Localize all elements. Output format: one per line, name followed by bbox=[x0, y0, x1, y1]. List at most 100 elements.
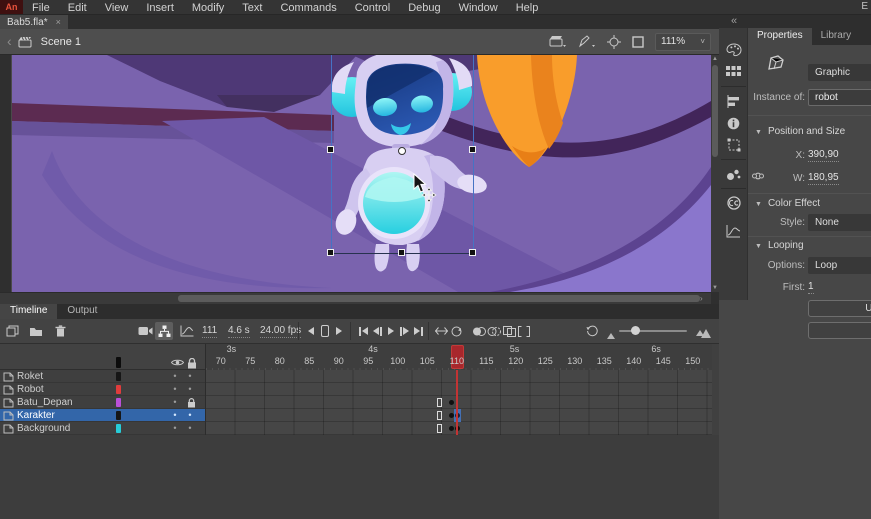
frame-span-end-marker[interactable] bbox=[437, 424, 442, 433]
scene-breadcrumb[interactable]: Scene 1 bbox=[41, 36, 81, 48]
layer-outline-color[interactable] bbox=[116, 385, 121, 394]
new-layer-icon[interactable] bbox=[3, 322, 21, 340]
selection-handle-bottom-left[interactable] bbox=[327, 249, 334, 256]
menu-window[interactable]: Window bbox=[450, 0, 507, 14]
camera-icon[interactable] bbox=[136, 322, 154, 340]
stage-zoom-select[interactable]: 111% ˅ bbox=[655, 33, 711, 51]
keyframe-marker[interactable] bbox=[449, 400, 454, 405]
frame-ruler[interactable]: 3s4s5s6s 7075808590951001051101151201251… bbox=[205, 344, 712, 370]
reset-timeline-zoom-icon[interactable] bbox=[583, 322, 601, 340]
layer-lock-toggle[interactable]: • bbox=[183, 422, 197, 435]
menu-edit[interactable]: Edit bbox=[59, 0, 96, 14]
slider-knob[interactable] bbox=[631, 326, 640, 335]
menu-control[interactable]: Control bbox=[346, 0, 399, 14]
close-icon[interactable]: × bbox=[56, 17, 61, 27]
x-value[interactable]: 390,90 bbox=[808, 149, 839, 162]
stage-horizontal-scrollbar[interactable] bbox=[0, 292, 711, 304]
menu-help[interactable]: Help bbox=[507, 0, 548, 14]
show-hide-all-layers-icon[interactable] bbox=[171, 358, 184, 367]
layer-row-background[interactable]: Background•• bbox=[0, 422, 205, 435]
transform-panel-icon[interactable] bbox=[722, 135, 745, 155]
layer-row-batu_depan[interactable]: Batu_Depan• bbox=[0, 396, 205, 409]
step-forward-frame-icon[interactable] bbox=[330, 322, 348, 340]
loop-playback-icon[interactable] bbox=[448, 322, 466, 340]
stage-canvas[interactable] bbox=[12, 55, 711, 292]
clip-content-icon[interactable] bbox=[632, 36, 644, 48]
frames-grid[interactable] bbox=[205, 370, 712, 435]
layer-visibility-toggle[interactable]: • bbox=[168, 383, 182, 396]
tab-output[interactable]: Output bbox=[57, 304, 107, 319]
center-frame-icon[interactable] bbox=[607, 35, 621, 49]
selection-handle-left[interactable] bbox=[327, 146, 334, 153]
transformation-point[interactable] bbox=[398, 147, 406, 155]
zoom-out-timeline-icon[interactable] bbox=[602, 327, 620, 345]
symbol-type-select[interactable]: Graphic bbox=[808, 64, 871, 81]
frame-span-end-marker[interactable] bbox=[437, 398, 442, 407]
edit-symbols-icon[interactable] bbox=[578, 35, 596, 48]
swatches-panel-icon[interactable] bbox=[722, 62, 745, 82]
section-color-effect[interactable]: ▼Color Effect bbox=[755, 198, 820, 209]
scroll-up-icon[interactable]: ▲ bbox=[712, 56, 718, 62]
delete-layer-icon[interactable] bbox=[51, 322, 69, 340]
layer-outline-color[interactable] bbox=[116, 411, 121, 420]
section-looping[interactable]: ▼Looping bbox=[755, 240, 804, 251]
layer-lock-toggle[interactable]: • bbox=[183, 409, 197, 422]
layer-lock-icon[interactable] bbox=[187, 398, 196, 408]
selection-right-edge[interactable] bbox=[473, 55, 474, 253]
menu-text[interactable]: Text bbox=[233, 0, 271, 14]
layer-row-robot[interactable]: Robot•• bbox=[0, 383, 205, 396]
layer-visibility-toggle[interactable]: • bbox=[168, 422, 182, 435]
collapse-panels-icon[interactable]: « bbox=[731, 15, 737, 27]
layer-lock-toggle[interactable]: • bbox=[183, 383, 197, 396]
scrollbar-thumb[interactable] bbox=[178, 295, 700, 302]
layer-visibility-toggle[interactable]: • bbox=[168, 409, 182, 422]
menu-commands[interactable]: Commands bbox=[271, 0, 345, 14]
layer-outline-color[interactable] bbox=[116, 372, 121, 381]
workspace-switcher-partial[interactable]: E bbox=[858, 0, 871, 14]
selection-left-edge[interactable] bbox=[331, 55, 332, 253]
zoom-in-timeline-icon[interactable] bbox=[694, 324, 712, 342]
frame-rate-value[interactable]: 24.00 fps bbox=[260, 325, 301, 338]
back-icon[interactable]: ‹ bbox=[0, 33, 18, 51]
tab-library[interactable]: Library bbox=[812, 28, 861, 45]
menu-insert[interactable]: Insert bbox=[137, 0, 183, 14]
cc-libraries-panel-icon[interactable] bbox=[722, 193, 745, 213]
timeline-zoom-slider[interactable] bbox=[619, 330, 687, 332]
lip-syncing-button[interactable]: Lip S bbox=[808, 322, 871, 339]
align-panel-icon[interactable] bbox=[722, 91, 745, 111]
instance-name-field[interactable]: robot bbox=[808, 89, 871, 106]
info-panel-icon[interactable] bbox=[722, 113, 745, 133]
modify-markers-icon[interactable] bbox=[515, 322, 533, 340]
menu-modify[interactable]: Modify bbox=[183, 0, 233, 14]
selection-handle-right[interactable] bbox=[469, 146, 476, 153]
use-frame-picker-button[interactable]: Use Fra bbox=[808, 300, 871, 317]
new-folder-icon[interactable] bbox=[27, 322, 45, 340]
current-frame-value[interactable]: 111 bbox=[202, 325, 217, 338]
selection-handle-bottom-center[interactable] bbox=[398, 249, 405, 256]
layer-visibility-toggle[interactable]: • bbox=[168, 396, 182, 409]
lock-unlock-all-layers-icon[interactable] bbox=[187, 358, 197, 369]
layer-row-karakter[interactable]: Karakter•• bbox=[0, 409, 205, 422]
show-graph-icon[interactable] bbox=[178, 322, 196, 340]
document-tab[interactable]: Bab5.fla* × bbox=[0, 15, 68, 29]
scroll-right-icon[interactable]: › bbox=[700, 294, 703, 303]
stage-vertical-scrollbar[interactable]: ▲ ▼ bbox=[711, 55, 719, 292]
timeline-ruler[interactable]: 3s4s5s6s 7075808590951001051101151201251… bbox=[0, 344, 719, 370]
first-frame-value[interactable]: 1 bbox=[808, 281, 814, 294]
color-panel-icon[interactable] bbox=[722, 40, 745, 60]
elapsed-time-value[interactable]: 4.6 s bbox=[228, 325, 250, 338]
selection-handle-bottom-right[interactable] bbox=[469, 249, 476, 256]
menu-view[interactable]: View bbox=[96, 0, 138, 14]
brush-library-panel-icon[interactable] bbox=[722, 164, 745, 184]
layer-outline-color[interactable] bbox=[116, 424, 121, 433]
app-logo[interactable]: An bbox=[0, 0, 23, 14]
layer-visibility-toggle[interactable]: • bbox=[168, 370, 182, 383]
go-to-last-frame-icon[interactable] bbox=[409, 322, 427, 340]
edit-scene-icon[interactable] bbox=[549, 35, 567, 48]
menu-file[interactable]: File bbox=[23, 0, 59, 14]
section-position-size[interactable]: ▼Position and Size bbox=[755, 126, 845, 137]
loop-options-select[interactable]: Loop bbox=[808, 257, 871, 274]
scroll-down-icon[interactable]: ▼ bbox=[712, 285, 718, 291]
motion-editor-panel-icon[interactable] bbox=[722, 221, 745, 241]
tab-properties[interactable]: Properties bbox=[748, 28, 812, 45]
